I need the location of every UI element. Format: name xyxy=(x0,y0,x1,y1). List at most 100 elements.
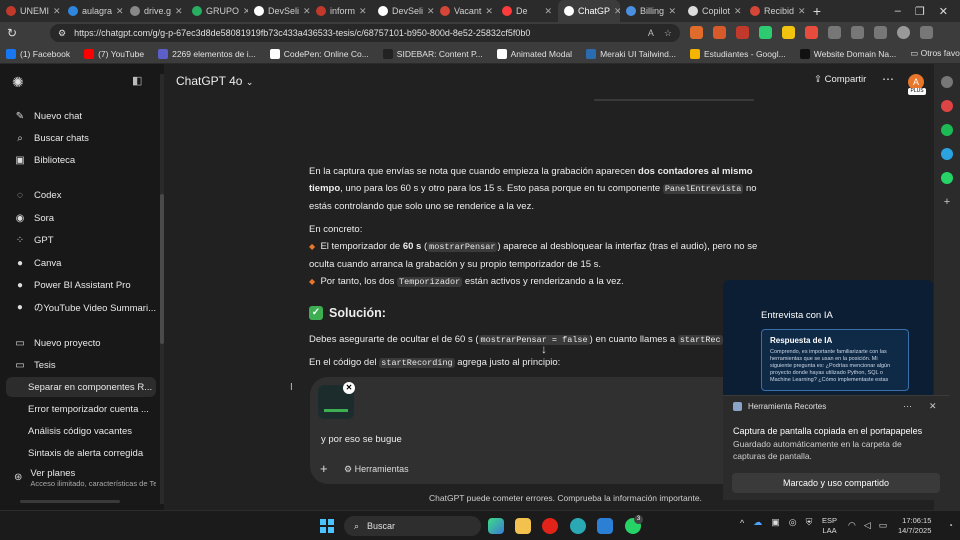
close-tab-icon[interactable]: ✕ xyxy=(175,6,183,17)
bookmark-item[interactable]: (7) YouTube xyxy=(84,48,144,59)
language-indicator[interactable]: ESP LAA xyxy=(822,516,837,536)
site-info-icon[interactable]: ⚙ xyxy=(58,28,66,39)
camera-icon[interactable]: ◎ xyxy=(789,517,797,528)
close-tab-icon[interactable]: ✕ xyxy=(798,6,806,17)
scroll-down-arrow-icon[interactable]: ↓ xyxy=(541,342,547,356)
copilot-app-icon[interactable] xyxy=(488,518,504,534)
extension-icon[interactable] xyxy=(941,100,953,112)
browser-tab[interactable]: GRUPO ✕ xyxy=(186,0,248,22)
browser-tab[interactable]: DevSeli ✕ xyxy=(372,0,434,22)
extension-icon[interactable] xyxy=(713,26,726,39)
browser-tab[interactable]: UNEMI ✕ xyxy=(0,0,62,22)
chevron-up-icon[interactable]: ^ xyxy=(740,518,744,528)
add-icon[interactable]: + xyxy=(941,196,953,208)
browser-tab[interactable]: Copilot ✕ xyxy=(682,0,744,22)
sidebar-item[interactable]: ● Canva xyxy=(6,253,156,273)
close-tab-icon[interactable]: ✕ xyxy=(734,6,742,17)
shield-icon[interactable]: ⛨ xyxy=(806,517,813,528)
sidebar-item[interactable]: ▭ Tesis xyxy=(6,355,156,375)
favorites-icon[interactable] xyxy=(851,26,864,39)
close-tab-icon[interactable]: ✕ xyxy=(668,6,676,17)
browser-tab[interactable]: De ✕ xyxy=(496,0,558,22)
browser-tab[interactable]: Billing ✕ xyxy=(620,0,682,22)
sidebar-item[interactable]: ⌕ Buscar chats xyxy=(6,128,156,148)
composer-input[interactable]: y por eso se bugue xyxy=(321,434,402,445)
file-explorer-icon[interactable] xyxy=(515,518,531,534)
bookmark-item[interactable]: CodePen: Online Co... xyxy=(269,48,369,59)
sidebar-item[interactable]: ▭ Nuevo proyecto xyxy=(6,333,156,353)
bookmark-item[interactable]: (1) Facebook xyxy=(6,48,70,59)
browser-tab[interactable]: Vacant ✕ xyxy=(434,0,496,22)
whatsapp-icon[interactable] xyxy=(941,172,953,184)
close-icon[interactable]: ✕ xyxy=(929,401,937,412)
extension-icon[interactable] xyxy=(690,26,703,39)
bookmark-item[interactable]: Meraki UI Tailwind... xyxy=(586,48,676,59)
minimize-icon[interactable]: – xyxy=(895,5,901,18)
browser-tab[interactable]: aulagra ✕ xyxy=(62,0,124,22)
onedrive-icon[interactable]: ☁ xyxy=(753,517,762,528)
snipping-tool-notification[interactable]: Herramienta Recortes ⋯ ✕ Captura de pant… xyxy=(723,395,950,500)
bookmark-item[interactable]: Animated Modal xyxy=(496,48,572,59)
browser-tab[interactable]: Recibid ✕ xyxy=(744,0,806,22)
tools-button[interactable]: ⚙ Herramientas xyxy=(344,464,409,475)
bookmark-item[interactable]: Estudiantes - Googl... xyxy=(689,48,786,59)
menu-icon[interactable] xyxy=(920,26,933,39)
close-tab-icon[interactable]: ✕ xyxy=(427,6,434,17)
reload-icon[interactable]: ↻ xyxy=(0,26,24,40)
close-tab-icon[interactable]: ✕ xyxy=(485,6,493,17)
sidebar-item[interactable]: ✎ Nuevo chat xyxy=(6,106,156,126)
notification-bell-icon[interactable]: ◔ xyxy=(948,521,953,530)
url-field[interactable]: ⚙ https://chatgpt.com/g/g-p-67ec3d8de580… xyxy=(50,24,680,42)
chat-history-item[interactable]: Error temporizador cuenta ... xyxy=(6,399,156,419)
close-tab-icon[interactable]: ✕ xyxy=(303,6,310,17)
chat-history-item[interactable]: Separar en componentes R... xyxy=(6,377,156,397)
model-selector[interactable]: ChatGPT 4o ⌄ xyxy=(176,74,253,88)
maximize-icon[interactable]: ❐ xyxy=(915,5,925,18)
browser-tab[interactable]: inform ✕ xyxy=(310,0,372,22)
sidebar-item[interactable]: ◉ Sora xyxy=(6,208,156,228)
sidebar-item[interactable]: ⁘ GPT xyxy=(6,230,156,250)
close-tab-icon[interactable]: ✕ xyxy=(53,6,61,17)
extension-icon[interactable] xyxy=(805,26,818,39)
quick-settings[interactable]: ◠ ◁ ▭ xyxy=(848,520,887,531)
shield-icon[interactable] xyxy=(759,26,772,39)
bookmark-item[interactable]: Website Domain Na... xyxy=(799,48,896,59)
taskbar-search[interactable]: ⌕ Buscar xyxy=(344,516,481,536)
remove-attachment-icon[interactable]: ✕ xyxy=(343,382,355,394)
markup-share-button[interactable]: Marcado y uso compartido xyxy=(732,473,940,493)
browser-tab[interactable]: DevSeli ✕ xyxy=(248,0,310,22)
extension-icon[interactable] xyxy=(782,26,795,39)
chat-history-item[interactable]: Análisis código vacantes xyxy=(6,421,156,441)
close-tab-icon[interactable]: ✕ xyxy=(544,6,552,17)
new-tab-button[interactable]: + xyxy=(806,3,828,19)
bookmark-item[interactable]: 2269 elementos de i... xyxy=(158,48,256,59)
download-icon[interactable] xyxy=(874,26,887,39)
chat-history-item[interactable]: Sintaxis de alerta corregida xyxy=(6,443,156,463)
close-tab-icon[interactable]: ✕ xyxy=(116,6,124,17)
close-tab-icon[interactable]: ✕ xyxy=(359,6,367,17)
device-icon[interactable]: ▣ xyxy=(771,517,780,528)
vscode-icon[interactable] xyxy=(597,518,613,534)
puzzle-icon[interactable] xyxy=(828,26,841,39)
sidebar-horizontal-scrollbar[interactable] xyxy=(20,500,120,503)
message-composer[interactable]: ✕ y por eso se bugue + ⚙ Herramientas xyxy=(310,377,766,484)
other-favorites[interactable]: ▭ Otros favoritos xyxy=(910,48,960,59)
spotify-icon[interactable] xyxy=(941,124,953,136)
sidebar-item[interactable]: ◌ Codex xyxy=(6,185,156,205)
add-attachment-icon[interactable]: + xyxy=(320,461,328,476)
bookmark-star-icon[interactable]: ☆ xyxy=(664,28,672,39)
close-window-icon[interactable]: ✕ xyxy=(939,5,948,18)
upgrade-plans-button[interactable]: ⊛ Ver planes Acceso ilimitado, caracterí… xyxy=(6,468,156,496)
search-icon[interactable] xyxy=(941,76,953,88)
translate-icon[interactable]: A xyxy=(648,28,654,39)
profile-icon[interactable] xyxy=(897,26,910,39)
edge-browser-icon[interactable] xyxy=(570,518,586,534)
bookmark-item[interactable]: SIDEBAR: Content P... xyxy=(382,48,483,59)
extension-icon[interactable] xyxy=(736,26,749,39)
more-options-icon[interactable]: ⋯ xyxy=(882,72,894,86)
browser-tab[interactable]: drive.g ✕ xyxy=(124,0,186,22)
clock[interactable]: 17:06:15 14/7/2025 xyxy=(898,516,931,536)
browser-tab[interactable]: ChatGP ✕ xyxy=(558,0,620,22)
windows-start-icon[interactable] xyxy=(320,519,334,533)
more-options-icon[interactable]: ⋯ xyxy=(903,401,912,412)
